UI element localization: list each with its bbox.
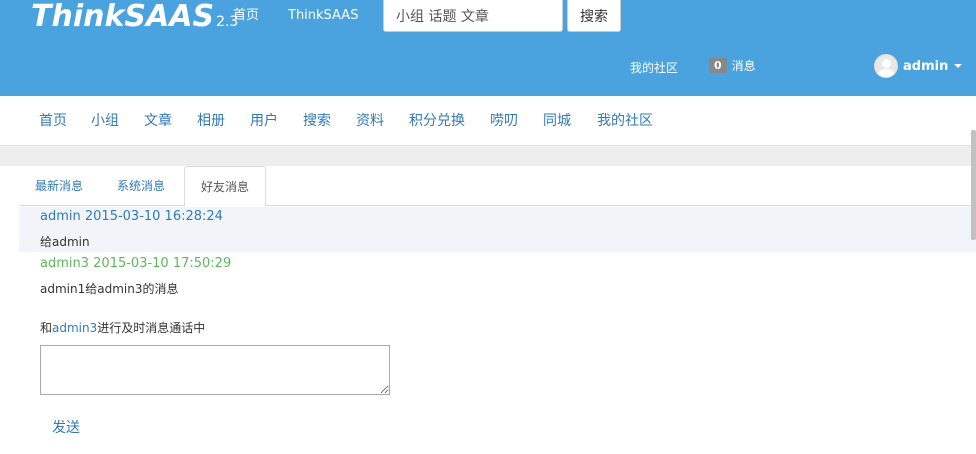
chat-partner-link[interactable]: admin3 (52, 321, 97, 335)
content-gutter (0, 146, 976, 166)
nav-item-same-city[interactable]: 同城 (543, 112, 571, 130)
chat-message-input[interactable] (40, 345, 390, 395)
search-button[interactable]: 搜索 (567, 0, 621, 32)
nav-item-articles[interactable]: 文章 (144, 112, 172, 130)
avatar (874, 54, 898, 78)
logo-text: ThinkSAAS (31, 0, 215, 34)
message-time: 2015-03-10 17:50:29 (93, 256, 232, 271)
send-button[interactable]: 发送 (52, 417, 80, 437)
message-sender[interactable]: admin (40, 209, 81, 224)
message-header: admin 2015-03-10 16:28:24 (40, 209, 223, 224)
nav-item-my-community[interactable]: 我的社区 (597, 112, 653, 130)
message-body: 给admin (40, 235, 90, 249)
tab-friend-messages[interactable]: 好友消息 (184, 166, 267, 207)
main-nav: 首页 小组 文章 相册 用户 搜索 资料 积分兑换 唠叨 同城 我的社区 (0, 96, 976, 146)
tab-system-messages[interactable]: 系统消息 (101, 166, 181, 206)
message-time: 2015-03-10 16:28:24 (84, 209, 223, 224)
scrollbar[interactable] (971, 130, 976, 240)
nav-item-groups[interactable]: 小组 (91, 112, 119, 130)
chat-prefix: 和 (40, 321, 53, 335)
header-thinksaas-link[interactable]: ThinkSAAS (288, 8, 358, 24)
nav-item-home[interactable]: 首页 (39, 112, 67, 130)
search-input[interactable] (383, 0, 563, 32)
message-count-badge: 0 (709, 58, 727, 73)
message-sender[interactable]: admin3 (40, 256, 89, 271)
site-logo[interactable]: ThinkSAAS 2.3 (31, 0, 238, 39)
caret-down-icon (954, 64, 963, 68)
message-tabs: 最新消息 系统消息 好友消息 (19, 166, 976, 207)
nav-item-points-exchange[interactable]: 积分兑换 (409, 112, 465, 130)
nav-item-chatter[interactable]: 唠叨 (490, 112, 518, 130)
message-header: admin3 2015-03-10 17:50:29 (40, 256, 231, 271)
tab-latest-messages[interactable]: 最新消息 (19, 166, 99, 206)
top-header: ThinkSAAS2.3 首页 ThinkSAAS 搜索 我的社区 0 消息 a… (0, 0, 976, 96)
chat-status: 和admin3进行及时消息通话中 (40, 319, 205, 336)
header-home-link[interactable]: 首页 (233, 8, 259, 24)
user-menu[interactable]: admin (874, 54, 963, 78)
nav-item-search[interactable]: 搜索 (303, 112, 331, 130)
nav-item-users[interactable]: 用户 (250, 112, 278, 130)
username: admin (903, 58, 949, 74)
my-community-link[interactable]: 我的社区 (630, 59, 678, 76)
chat-suffix: 进行及时消息通话中 (97, 321, 206, 335)
messages-link[interactable]: 0 消息 (709, 57, 756, 74)
nav-item-profile[interactable]: 资料 (356, 112, 384, 130)
messages-label: 消息 (731, 59, 756, 73)
nav-item-albums[interactable]: 相册 (197, 112, 225, 130)
message-body: admin1给admin3的消息 (40, 282, 179, 296)
messages-panel: 最新消息 系统消息 好友消息 admin 2015-03-10 16:28:24… (19, 166, 976, 454)
